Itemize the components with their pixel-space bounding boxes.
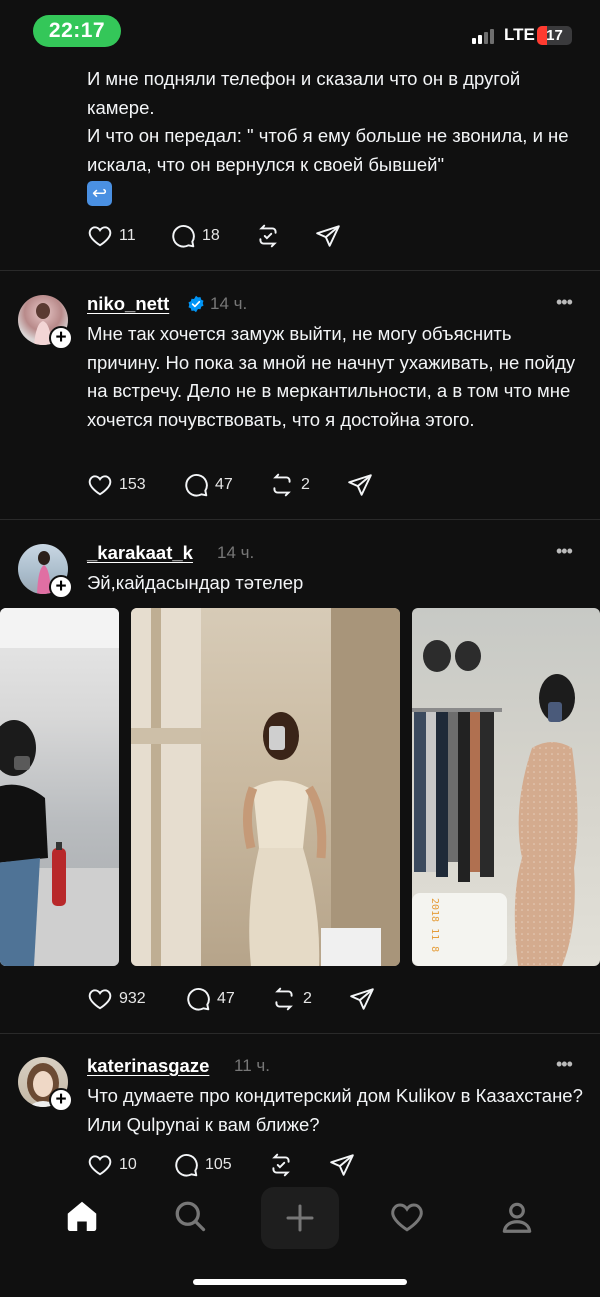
more-options-icon[interactable]: ••• [556,541,573,562]
photo-content: 2018 11 8 [412,640,578,966]
send-icon [350,988,374,1010]
post-photo[interactable] [0,608,119,966]
more-options-icon[interactable]: ••• [556,292,573,313]
repost-button[interactable]: 2 [269,472,310,498]
post-time: 11 ч. [234,1056,270,1075]
like-count: 932 [119,990,146,1007]
profile-icon [502,1202,532,1233]
post-text: Эй,кайдасындар тәтелер [87,572,304,593]
reply-button[interactable]: 105 [173,1152,232,1178]
reply-count: 47 [217,990,235,1007]
post-text: И мне подняли телефон и сказали что он в… [87,65,587,208]
send-icon [348,474,372,496]
repost-icon [272,1153,290,1177]
photo-content [131,608,400,966]
post-text-line: И мне подняли телефон и сказали что он в… [87,68,521,118]
like-button[interactable]: 153 [87,472,146,498]
search-icon [175,1201,206,1232]
repost-button[interactable] [268,1152,294,1178]
username[interactable]: niko_nett [87,293,169,315]
username[interactable]: _karakaat_k [87,542,193,564]
repost-icon [275,987,293,1011]
post-time: 14 ч. [210,294,248,313]
reply-button[interactable]: 47 [183,472,233,498]
follow-plus-button[interactable]: + [49,575,73,599]
share-button[interactable] [329,1152,355,1178]
follow-plus-button[interactable]: + [49,1088,73,1112]
return-emoji: ↩ [87,181,112,206]
home-indicator[interactable] [193,1279,407,1285]
repost-button[interactable]: 2 [271,986,312,1012]
home-icon [67,1201,97,1232]
follow-plus-button[interactable]: + [49,326,73,350]
nav-compose[interactable] [261,1187,339,1249]
plus-icon [286,1204,314,1232]
comment-icon [172,225,195,248]
repost-button[interactable] [255,223,281,249]
send-icon [330,1154,354,1176]
post-text: Что думаете про кондитерский дом Kulikov… [87,1085,583,1135]
send-icon [316,225,340,247]
like-count: 153 [119,476,146,493]
heart-icon [391,1203,423,1232]
like-button[interactable]: 10 [87,1152,137,1178]
heart-icon [88,226,112,247]
like-count: 11 [119,227,136,244]
nav-profile[interactable] [498,1198,536,1241]
battery-level: 17 [546,27,563,44]
reply-count: 18 [202,227,220,244]
nav-activity[interactable] [389,1199,425,1240]
post-divider [0,519,600,520]
battery-icon: 17 [537,26,572,45]
reply-count: 105 [205,1156,232,1173]
network-type: LTE [504,25,535,44]
comment-icon [175,1154,198,1177]
status-bar: 22:17 LTE 17 [0,0,600,62]
post-time: 14 ч. [217,543,255,562]
share-button[interactable] [315,223,341,249]
post-photo[interactable] [131,608,400,966]
post-divider [0,270,600,271]
repost-count: 2 [303,990,312,1007]
heart-icon [88,1155,112,1176]
bottom-nav [0,1180,600,1260]
comment-icon [187,988,210,1011]
like-button[interactable]: 11 [87,223,136,249]
post-photo[interactable]: 2018 11 8 [412,608,600,966]
reply-button[interactable]: 18 [170,223,220,249]
more-options-icon[interactable]: ••• [556,1054,573,1075]
verified-badge-icon [188,295,204,313]
nav-home[interactable] [63,1197,101,1240]
heart-icon [88,475,112,496]
like-count: 10 [119,1156,137,1173]
status-time[interactable]: 22:17 [33,15,121,47]
heart-icon [88,989,112,1010]
photo-date-stamp: 2018 11 8 [429,898,440,952]
share-button[interactable] [349,986,375,1012]
nav-search[interactable] [172,1198,208,1239]
reply-count: 47 [215,476,233,493]
share-button[interactable] [347,472,373,498]
username[interactable]: katerinasgaze [87,1055,209,1077]
like-button[interactable]: 932 [87,986,146,1012]
post-divider [0,1033,600,1034]
reply-button[interactable]: 47 [185,986,235,1012]
post-text-line: И что он передал: " чтоб я ему больше не… [87,125,569,175]
repost-icon [273,473,291,497]
photo-content [0,608,119,966]
repost-count: 2 [301,476,310,493]
post-text: Мне так хочется замуж выйти, не могу объ… [87,323,576,430]
repost-icon [259,224,277,248]
comment-icon [185,474,208,497]
